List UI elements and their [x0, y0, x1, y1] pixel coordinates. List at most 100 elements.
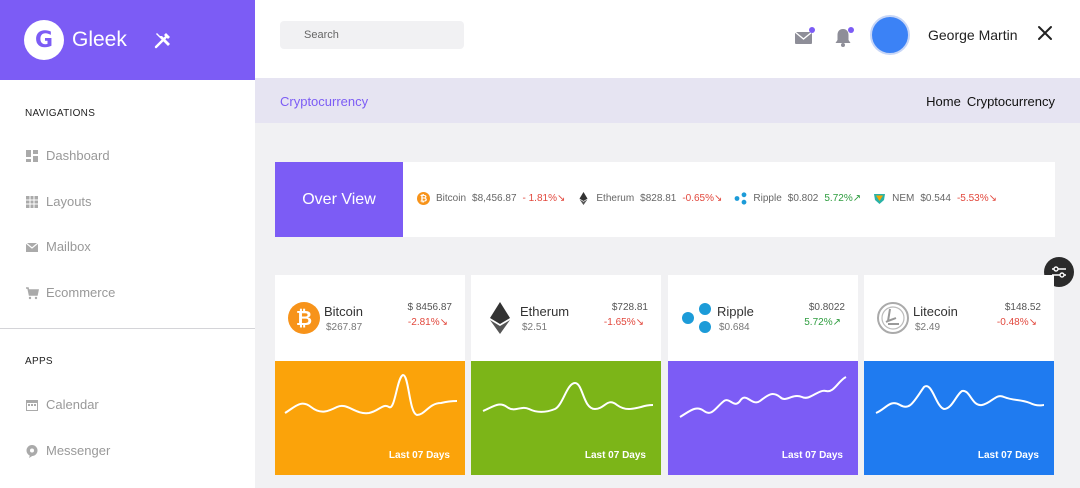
- card-coin-name: Litecoin: [913, 304, 958, 319]
- card-change: -2.81%↘: [408, 317, 448, 328]
- sparkline-panel: Last 07 Days: [668, 361, 858, 475]
- svg-text:₿: ₿: [296, 306, 312, 330]
- user-name[interactable]: George Martin: [928, 27, 1017, 43]
- ticker-change: - 1.81%: [522, 193, 557, 204]
- sidebar-item-mailbox[interactable]: Mailbox: [25, 239, 91, 254]
- sidebar-item-layouts[interactable]: Layouts: [25, 194, 92, 209]
- ticker-name: Etherum: [596, 193, 635, 204]
- dashboard-icon: [26, 149, 38, 162]
- nem-icon: [874, 194, 886, 204]
- sidebar-item-label: Layouts: [46, 194, 92, 209]
- sidebar-item-label: Mailbox: [46, 239, 91, 254]
- brand-name: Gleek: [72, 28, 127, 51]
- calendar-icon: [26, 399, 38, 411]
- sparkline: [875, 385, 1045, 414]
- breadcrumb-bar: Cryptocurrency Home Cryptocurrency: [255, 80, 1080, 123]
- logo-icon[interactable]: G: [24, 20, 64, 60]
- ticker-strip: ₿ Bitcoin $8,456.87 - 1.81% ↘ Etherum $82…: [417, 192, 1009, 205]
- bell-notification-icon[interactable]: [832, 26, 854, 48]
- ticker-item[interactable]: ₿ Bitcoin $8,456.87 - 1.81% ↘: [417, 192, 565, 205]
- card-coin-value: $267.87: [326, 322, 363, 333]
- page-title: Cryptocurrency: [280, 94, 369, 109]
- sidebar: NAVIGATIONS Dashboard Layouts Mailbox Ec…: [0, 80, 255, 488]
- sidebar-item-label: Calendar: [46, 397, 99, 412]
- bitcoin-icon: ₿: [417, 192, 430, 205]
- card-price: $0.8022: [808, 302, 845, 313]
- ticker-name: Bitcoin: [436, 193, 467, 204]
- crypto-card-etherum[interactable]: Etherum $2.51 $728.81 -1.65%↘ Last 07 Da…: [471, 275, 661, 475]
- card-change-value: -0.48%: [996, 317, 1029, 328]
- card-coin-value: $2.51: [522, 322, 548, 333]
- sidebar-item-ecommerce[interactable]: Ecommerce: [25, 285, 115, 300]
- ticker-item[interactable]: NEM $0.544 -5.53% ↘: [873, 192, 997, 205]
- sidebar-item-label: Dashboard: [46, 148, 110, 163]
- trend-down-icon: ↘: [1028, 317, 1037, 328]
- trend-down-icon: ↘: [714, 193, 723, 204]
- breadcrumb-current: Cryptocurrency: [966, 94, 1055, 109]
- trend-up-icon: ↗: [852, 193, 862, 204]
- svg-text:₿: ₿: [420, 194, 427, 205]
- card-change-value: -2.81%: [407, 317, 440, 328]
- card-coin-name: Bitcoin: [324, 304, 364, 319]
- period-label: Last 07 Days: [781, 450, 843, 461]
- trend-down-icon: ↘: [988, 193, 998, 204]
- ripple-icon: [735, 192, 747, 205]
- card-change-value: 5.72%: [804, 317, 833, 328]
- card-change: -0.48%↘: [997, 317, 1037, 328]
- sparkline: [284, 373, 458, 417]
- card-price: $ 8456.87: [407, 302, 453, 313]
- card-coin-value: $0.684: [719, 322, 750, 333]
- messenger-icon: [26, 444, 38, 458]
- card-price: $148.52: [1004, 302, 1041, 313]
- mail-notification-icon[interactable]: [793, 26, 815, 48]
- ticker-name: NEM: [892, 193, 915, 204]
- tools-icon[interactable]: [153, 30, 173, 50]
- ticker-item[interactable]: Etherum $828.81 -0.65% ↘: [577, 192, 722, 205]
- crypto-card-ripple[interactable]: Ripple $0.684 $0.8022 5.72%↗ Last 07 Day…: [668, 275, 858, 475]
- sidebar-heading-apps: APPS: [25, 356, 53, 367]
- sidebar-item-dashboard[interactable]: Dashboard: [25, 148, 110, 163]
- sparkline-panel: Last 07 Days: [864, 361, 1054, 475]
- bell-badge-dot: [848, 27, 854, 33]
- mail-badge-dot: [809, 27, 815, 33]
- breadcrumb-home[interactable]: Home: [926, 94, 961, 109]
- overview-label: Over View: [275, 162, 403, 237]
- mail-icon: [25, 242, 39, 252]
- trend-down-icon: ↘: [439, 317, 448, 328]
- period-label: Last 07 Days: [584, 450, 646, 461]
- trend-down-icon: ↘: [556, 193, 566, 204]
- cart-icon: [26, 286, 39, 299]
- avatar[interactable]: [870, 15, 910, 55]
- ticker-item[interactable]: Ripple $0.802 5.72% ↗: [734, 192, 861, 205]
- period-label: Last 07 Days: [388, 450, 450, 461]
- card-coin-name: Etherum: [520, 304, 570, 319]
- ticker-name: Ripple: [753, 193, 782, 204]
- sidebar-item-messenger[interactable]: Messenger: [25, 443, 110, 458]
- sidebar-item-calendar[interactable]: Calendar: [25, 397, 99, 412]
- ticker-price: $8,456.87: [472, 193, 517, 204]
- ethereum-icon: [490, 302, 510, 334]
- sidebar-heading-navigations: NAVIGATIONS: [25, 108, 96, 119]
- sparkline: [482, 381, 654, 413]
- card-change: -1.65%↘: [604, 317, 644, 328]
- search-input[interactable]: [280, 21, 464, 49]
- ethereum-icon: [579, 192, 588, 205]
- sparkline: [679, 376, 847, 418]
- period-label: Last 07 Days: [977, 450, 1039, 461]
- card-change: 5.72%↗: [804, 317, 841, 328]
- card-change-value: -1.65%: [603, 317, 636, 328]
- crypto-card-bitcoin[interactable]: ₿ Bitcoin $267.87 $ 8456.87 -2.81%↘ Last…: [275, 275, 465, 475]
- card-coin-value: $2.49: [915, 322, 941, 333]
- sidebar-divider: [0, 328, 255, 329]
- sidebar-item-label: Ecommerce: [46, 285, 116, 300]
- close-icon[interactable]: [1037, 25, 1053, 41]
- layouts-icon: [26, 195, 38, 208]
- ticker-change: -5.53%: [956, 193, 989, 204]
- breadcrumb: Home Cryptocurrency: [926, 94, 1055, 109]
- card-price: $728.81: [611, 302, 648, 313]
- trend-down-icon: ↘: [635, 317, 644, 328]
- ticker-change: -0.65%: [682, 193, 715, 204]
- logo-letter: G: [34, 27, 54, 53]
- ticker-price: $0.544: [920, 193, 951, 204]
- crypto-card-litecoin[interactable]: Litecoin $2.49 $148.52 -0.48%↘ Last 07 D…: [864, 275, 1054, 475]
